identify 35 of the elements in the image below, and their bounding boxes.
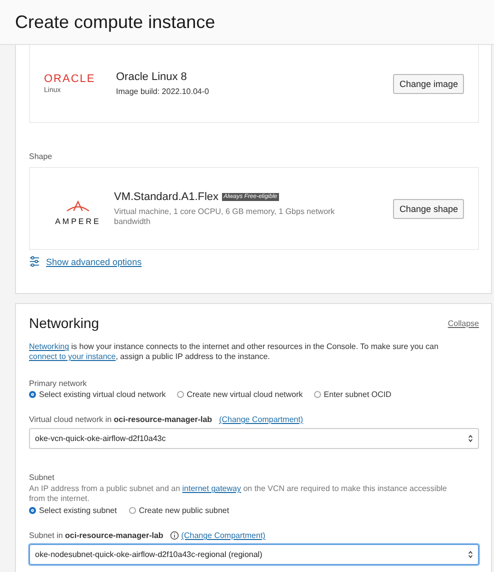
field-label: Subnet [29, 473, 56, 482]
change-compartment-link[interactable]: (Change Compartment) [219, 415, 304, 424]
radio-option[interactable]: Create new public subnet [128, 506, 230, 515]
field-label: Virtual cloud network in oci-resource-manager-lab [29, 415, 212, 424]
collapse-link[interactable]: Collapse [448, 318, 479, 328]
section-title: Networking [29, 315, 100, 331]
ampere-logo-word: AMPERE [55, 216, 101, 226]
help-link[interactable]: internet gateway [182, 484, 241, 493]
oracle-logo-word: ORACLE [44, 74, 96, 84]
help-link[interactable]: connect to your instance [29, 352, 116, 361]
change-image-button[interactable]: Change image [393, 74, 464, 94]
image-build: Image build: 2022.10.04-0 [116, 86, 210, 96]
vcn-select[interactable]: oke-vcn-quick-oke-airflow-d2f10a43c [29, 428, 479, 449]
networking-description: Networking is how your instance connects to the internet and other resources in the Console. To make sure you can connect to your instance, assign a public IP address to the instance. [29, 342, 440, 362]
field-label: Shape [29, 152, 54, 161]
radio-option[interactable]: Select existing subnet [29, 506, 117, 515]
field-label: Primary network [29, 379, 88, 388]
change-shape-button[interactable]: Change shape [393, 198, 464, 218]
sliders-icon [29, 256, 40, 267]
shape-name: VM.Standard.A1.Flex [114, 190, 219, 202]
change-compartment-link[interactable]: (Change Compartment) [181, 531, 266, 540]
radio-option[interactable]: Select existing virtual cloud network [29, 390, 166, 399]
info-icon[interactable] [170, 531, 180, 540]
image-name: Oracle Linux 8 [116, 70, 188, 82]
subnet-help-text: An IP address from a public subnet and an internet gateway on the VCN are required to make this instance accessible from the internet. [29, 484, 448, 504]
up-down-caret-icon [468, 550, 473, 559]
show-advanced-options-link[interactable]: Show advanced options [46, 256, 142, 266]
page-title: Create compute instance [15, 12, 216, 32]
subnet-select[interactable]: oke-nodesubnet-quick-oke-airflow-d2f10a43c-regional (regional) [29, 544, 479, 565]
help-link[interactable]: Networking [29, 342, 70, 351]
field-label: Subnet in oci-resource-manager-lab [29, 531, 164, 540]
up-down-caret-icon [468, 434, 473, 443]
shape-description: Virtual machine, 1 core OCPU, 6 GB memory, 1 Gbps network bandwidth [114, 206, 336, 226]
radio-option[interactable]: Create new virtual cloud network [176, 390, 303, 399]
radio-option[interactable]: Enter subnet OCID [314, 390, 392, 399]
